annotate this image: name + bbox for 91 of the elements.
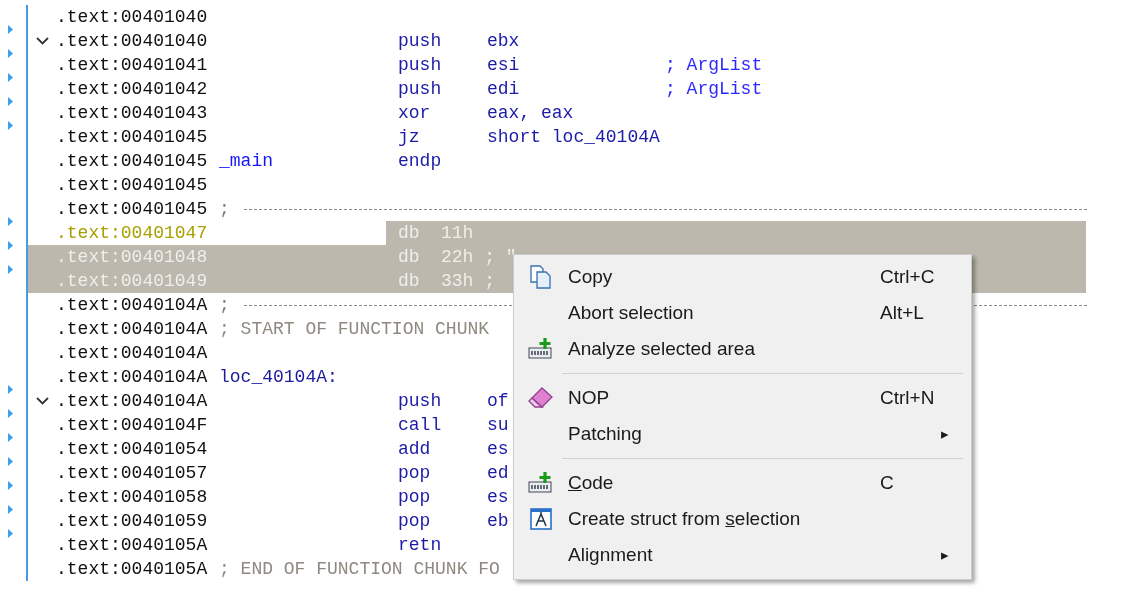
data-value-text: 22h ; " (441, 247, 517, 267)
mnemonic-text: pop (398, 463, 431, 483)
submenu-arrow-icon: ▸ (941, 546, 949, 564)
address-text: .text:00401059 (56, 511, 208, 531)
operand-text: edi (487, 79, 520, 99)
directive-text: db (398, 271, 420, 291)
operand-text: short loc_40104A (487, 127, 660, 147)
comment-text: ; (219, 295, 230, 315)
address-text: .text:0040105A (56, 559, 208, 579)
menu-item[interactable]: Abort selection Alt+L (514, 295, 971, 331)
mnemonic-text: xor (398, 103, 431, 123)
menu-item-label: Analyze selected area (568, 338, 755, 360)
address-text: .text:00401057 (56, 463, 208, 483)
operand-text: ed (487, 463, 509, 483)
address-text: .text:00401049 (56, 271, 208, 291)
address-text: .text:00401040 (56, 31, 208, 51)
address-text: .text:0040104A (56, 391, 208, 411)
address-text: .text:00401042 (56, 79, 208, 99)
mnemonic-text: endp (398, 151, 442, 171)
collapse-chevron-icon[interactable] (36, 397, 49, 405)
code-plus-icon (528, 471, 554, 495)
operand-text: of (487, 391, 509, 411)
menu-item[interactable]: Patching ▸ (514, 416, 971, 452)
menu-item-label: Code (568, 472, 614, 494)
mnemonic-text: push (398, 31, 442, 51)
comment-text: ; START OF FUNCTION CHUNK (219, 319, 490, 339)
data-value-text: 33h ; (441, 271, 495, 291)
mnemonic-text: pop (398, 487, 431, 507)
code-plus-icon (528, 337, 554, 361)
mnemonic-text: push (398, 55, 442, 75)
mnemonic-text: push (398, 79, 442, 99)
address-text: .text:00401041 (56, 55, 208, 75)
menu-item-label: Copy (568, 266, 613, 288)
shortcut-text: Alt+L (880, 302, 924, 324)
mnemonic-text: add (398, 439, 431, 459)
mnemonic-text: push (398, 391, 442, 411)
address-text: .text:00401045 (56, 151, 208, 171)
label-text: _main (219, 151, 273, 171)
address-text: .text:0040104A (56, 319, 208, 339)
shortcut-text: C (880, 472, 894, 494)
operand-text: su (487, 415, 509, 435)
address-text: .text:00401045 (56, 199, 208, 219)
menu-item[interactable]: Create struct from selection (514, 501, 971, 537)
address-text: .text:0040104A (56, 295, 208, 315)
comment-text: ; ArgList (665, 55, 763, 75)
menu-item-label: Create struct from selection (568, 508, 801, 530)
address-text: .text:00401045 (56, 175, 208, 195)
menu-item-label: Patching (568, 423, 642, 445)
comment-text: ; END OF FUNCTION CHUNK FO (219, 559, 500, 579)
operand-text: eb (487, 511, 509, 531)
mnemonic-text: pop (398, 511, 431, 531)
menu-item[interactable]: Copy Ctrl+C (514, 259, 971, 295)
directive-text: db (398, 223, 420, 243)
address-text: .text:00401040 (56, 7, 208, 27)
mnemonic-text: retn (398, 535, 442, 555)
directive-text: db (398, 247, 420, 267)
eraser-icon (528, 386, 554, 410)
address-text: .text:0040104A (56, 343, 208, 363)
collapse-chevron-icon[interactable] (36, 37, 49, 45)
address-text: .text:00401048 (56, 247, 208, 267)
mnemonic-text: call (398, 415, 442, 435)
address-text: .text:00401054 (56, 439, 208, 459)
address-text: .text:00401043 (56, 103, 208, 123)
shortcut-text: Ctrl+N (880, 387, 935, 409)
operand-text: ebx (487, 31, 520, 51)
menu-item[interactable]: Alignment ▸ (514, 537, 971, 573)
address-text: .text:0040104F (56, 415, 208, 435)
shortcut-text: Ctrl+C (880, 266, 935, 288)
address-text: .text:00401047 (56, 223, 208, 243)
menu-item[interactable]: NOP Ctrl+N (514, 380, 971, 416)
address-text: .text:00401045 (56, 127, 208, 147)
submenu-arrow-icon: ▸ (941, 425, 949, 443)
copy-icon (529, 265, 553, 289)
menu-item[interactable]: Code C (514, 465, 971, 501)
data-value-text: 11h (441, 223, 474, 243)
menu-item-label: NOP (568, 387, 610, 409)
menu-item[interactable]: Analyze selected area (514, 331, 971, 367)
address-text: .text:00401058 (56, 487, 208, 507)
comment-text: ; ArgList (665, 79, 763, 99)
menu-item-label: Alignment (568, 544, 653, 566)
comment-text: ; (219, 199, 230, 219)
operand-text: es (487, 487, 509, 507)
menu-item-label: Abort selection (568, 302, 694, 324)
label-text: loc_40104A: (219, 367, 338, 387)
operand-text: esi (487, 55, 520, 75)
operand-text: es (487, 439, 509, 459)
operand-text: eax, eax (487, 103, 574, 123)
struct-icon (530, 508, 552, 530)
mnemonic-text: jz (398, 127, 420, 147)
address-text: .text:0040105A (56, 535, 208, 555)
address-text: .text:0040104A (56, 367, 208, 387)
